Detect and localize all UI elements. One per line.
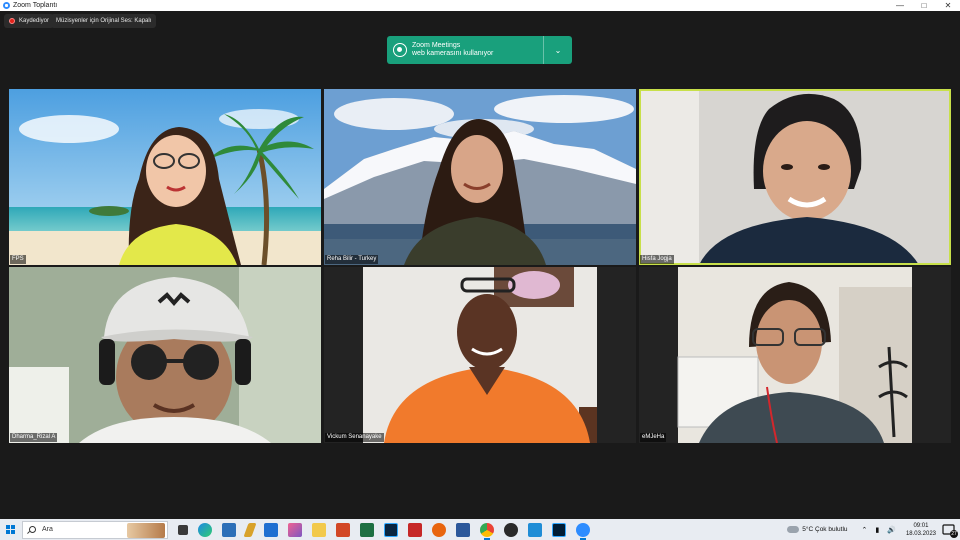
video-tile-4[interactable]: Dharma_Rizal A bbox=[9, 267, 321, 443]
mail-icon[interactable] bbox=[264, 522, 278, 537]
meeting-top-bar: Kaydediyor Müzisyenler için Orijinal Ses… bbox=[0, 12, 960, 30]
network-icon[interactable]: ▮ bbox=[875, 526, 879, 534]
excel-icon[interactable] bbox=[360, 522, 374, 537]
zoom-taskbar-icon[interactable] bbox=[576, 522, 590, 540]
search-icon bbox=[29, 526, 36, 533]
volume-icon[interactable]: 🔊 bbox=[887, 526, 896, 534]
maximize-icon[interactable]: □ bbox=[912, 0, 936, 11]
record-icon bbox=[9, 18, 15, 24]
date: 18.03.2023 bbox=[905, 530, 936, 537]
close-icon[interactable]: ✕ bbox=[936, 0, 960, 11]
window-title: Zoom Toplantı bbox=[13, 2, 58, 9]
video-tile-6[interactable]: eMJeHa bbox=[639, 267, 951, 443]
participant-name: Hisfa Jogja bbox=[640, 255, 674, 264]
participant-name: FPS bbox=[10, 255, 26, 264]
notification-center-icon[interactable]: 27 bbox=[942, 523, 958, 538]
chrome-icon[interactable] bbox=[480, 522, 494, 540]
windows-logo-icon bbox=[5, 525, 15, 534]
system-tray: 5°C Çok bulutlu ⌃ ▮ 🔊 09:01 18.03.2023 2… bbox=[785, 519, 960, 540]
search-placeholder: Ara bbox=[42, 526, 53, 533]
partly-cloudy-icon bbox=[785, 523, 800, 533]
word-icon[interactable] bbox=[456, 522, 470, 537]
clock[interactable]: 09:01 18.03.2023 bbox=[906, 522, 936, 538]
webcam-icon bbox=[393, 43, 407, 57]
weather-text: 5°C Çok bulutlu bbox=[802, 526, 848, 533]
banner-title: Zoom Meetings bbox=[412, 42, 461, 49]
recording-indicator[interactable]: Kaydediyor bbox=[4, 14, 55, 28]
photoshop-icon[interactable] bbox=[552, 522, 566, 537]
snipping-tool-icon[interactable] bbox=[528, 522, 542, 537]
banner-subtitle: web kamerasını kullanıyor bbox=[412, 50, 494, 57]
task-view-icon[interactable] bbox=[178, 524, 188, 535]
video-tile-1[interactable]: FPS bbox=[9, 89, 321, 265]
app-icon[interactable] bbox=[432, 522, 446, 537]
lightroom-icon[interactable] bbox=[384, 522, 398, 537]
zoom-app-icon bbox=[3, 2, 10, 9]
taskbar-search-box[interactable]: Ara bbox=[22, 520, 168, 539]
powerpoint-icon[interactable] bbox=[336, 522, 350, 537]
minimize-icon[interactable]: — bbox=[888, 0, 912, 11]
title-bar: Zoom Toplantı — □ ✕ bbox=[0, 0, 960, 11]
time: 09:01 bbox=[913, 522, 929, 529]
notification-count: 27 bbox=[950, 529, 958, 538]
chevron-up-icon[interactable]: ⌃ bbox=[862, 526, 868, 534]
chevron-down-icon[interactable]: ⌄ bbox=[544, 46, 572, 55]
windows-taskbar: Ara 5°C Çok bulutlu ⌃ ▮ 🔊 09:01 18.03.20… bbox=[0, 519, 960, 540]
webcam-notification-banner[interactable]: Zoom Meetings web kamerasını kullanıyor … bbox=[387, 36, 572, 64]
original-sound-button[interactable]: Müzisyenler için Orijinal Ses: Kapalı bbox=[51, 14, 157, 28]
participant-name: Vickum Senanayake bbox=[325, 433, 384, 442]
weather-widget[interactable]: 5°C Çok bulutlu bbox=[785, 523, 848, 533]
participant-name: Dharma_Rizal A bbox=[10, 433, 58, 442]
acrobat-icon[interactable] bbox=[408, 522, 422, 537]
video-tile-2[interactable]: Reha Bilir - Turkey bbox=[324, 89, 636, 265]
edge-browser-icon[interactable] bbox=[198, 522, 212, 537]
photos-icon[interactable] bbox=[288, 522, 302, 537]
start-button[interactable] bbox=[0, 519, 20, 540]
file-explorer-icon[interactable] bbox=[312, 522, 326, 537]
video-tile-3-active-speaker[interactable]: Hisfa Jogja bbox=[639, 89, 951, 265]
plex-icon[interactable] bbox=[243, 522, 257, 537]
participant-name: Reha Bilir - Turkey bbox=[325, 255, 379, 264]
recording-label: Kaydediyor bbox=[19, 18, 50, 24]
participant-name: eMJeHa bbox=[640, 433, 667, 442]
store-icon[interactable] bbox=[222, 522, 236, 537]
zoom-window: Zoom Toplantı — □ ✕ Kaydediyor Müzisyenl… bbox=[0, 0, 960, 540]
video-tile-5[interactable]: Vickum Senanayake bbox=[324, 267, 636, 443]
search-highlight-image bbox=[127, 522, 165, 538]
obs-icon[interactable] bbox=[504, 522, 518, 537]
